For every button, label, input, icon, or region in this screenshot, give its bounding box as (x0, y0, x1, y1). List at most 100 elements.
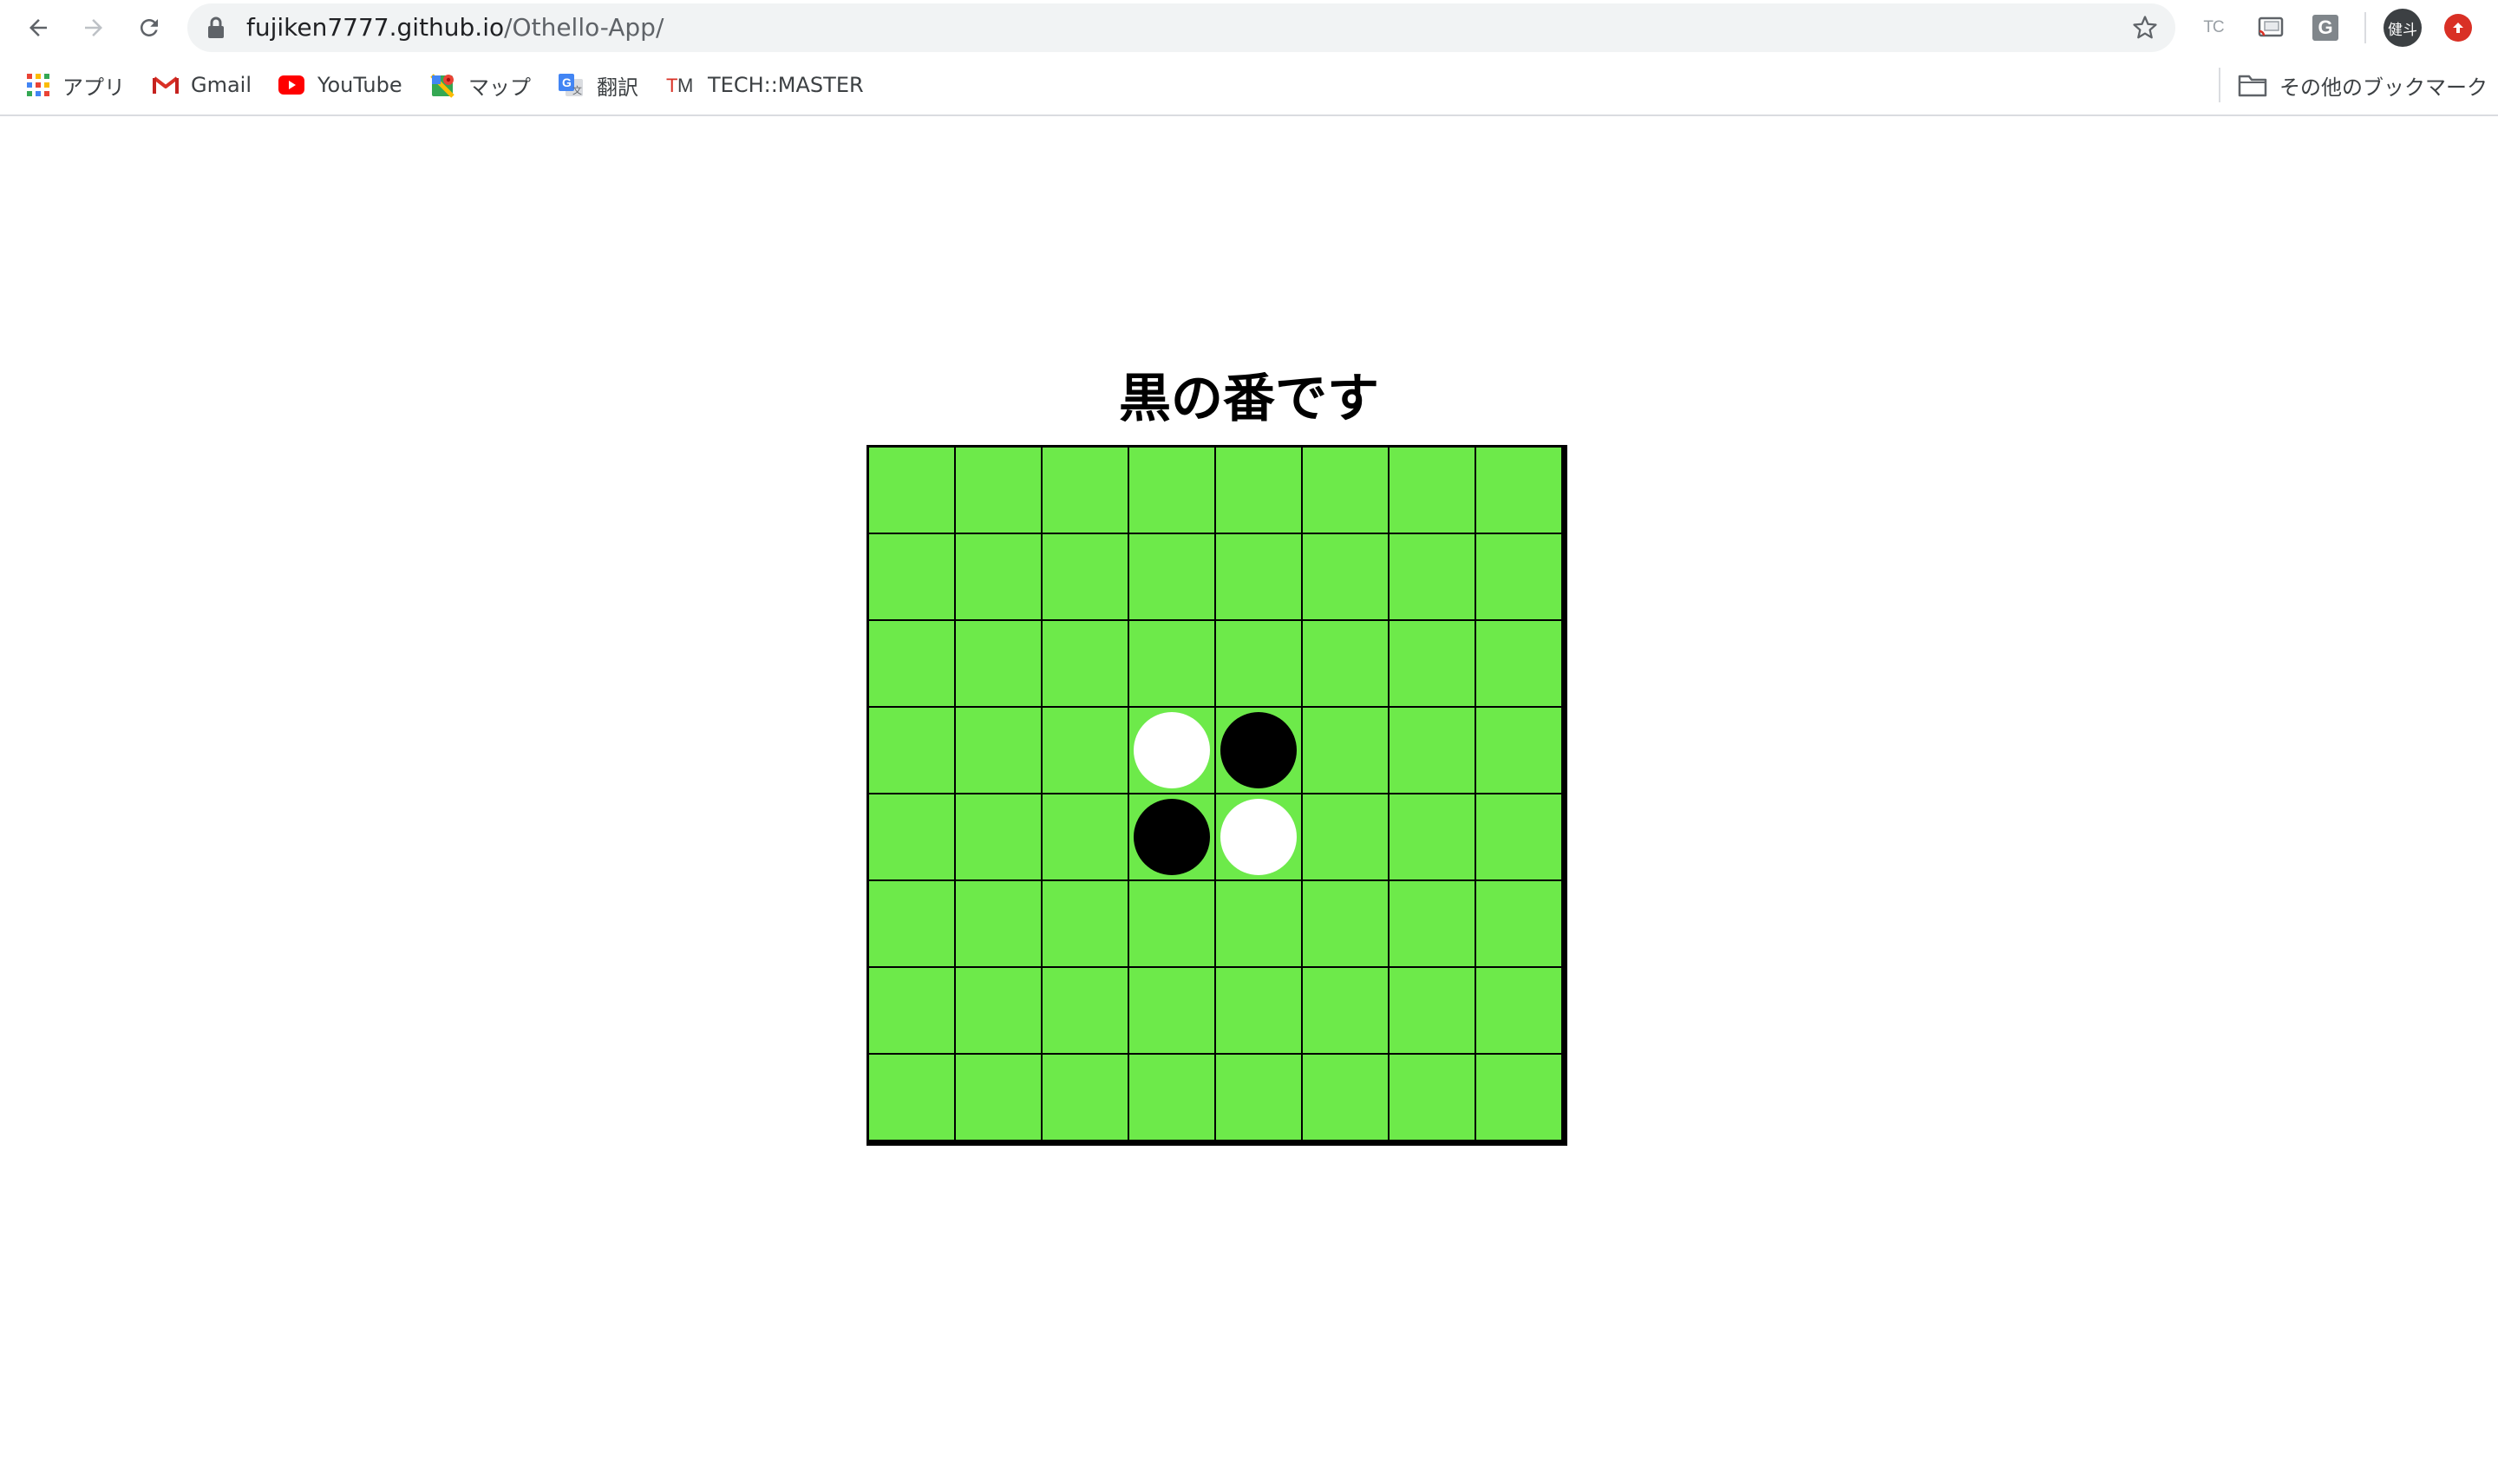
board-cell[interactable] (1128, 1054, 1215, 1141)
other-bookmarks-folder[interactable]: その他のブックマーク (2238, 64, 2488, 106)
bookmarks-bar: アプリ Gmail YouTube マップ G文 翻訳 TM TECH::MAS… (0, 56, 2498, 116)
board-cell[interactable] (1042, 1054, 1128, 1141)
board-cell[interactable] (1302, 794, 1389, 880)
board-cell[interactable] (955, 620, 1042, 707)
board-cell[interactable] (1389, 533, 1475, 620)
board-cell[interactable] (1302, 880, 1389, 967)
board-cell[interactable] (868, 880, 955, 967)
board-cell[interactable] (1215, 794, 1302, 880)
board-cell[interactable] (1475, 794, 1562, 880)
board-cell[interactable] (868, 967, 955, 1054)
bookmark-label: Gmail (191, 73, 252, 97)
board-cell[interactable] (1302, 967, 1389, 1054)
board-cell[interactable] (1475, 533, 1562, 620)
translate-icon: G文 (557, 72, 585, 98)
board-cell[interactable] (1475, 880, 1562, 967)
bookmark-gmail[interactable]: Gmail (153, 64, 252, 106)
board-cell[interactable] (1128, 620, 1215, 707)
board-cell[interactable] (955, 533, 1042, 620)
board-cell[interactable] (1215, 1054, 1302, 1141)
board-cell[interactable] (955, 707, 1042, 794)
board-cell[interactable] (1389, 880, 1475, 967)
board-cell[interactable] (1042, 533, 1128, 620)
othello-board (866, 445, 1567, 1146)
bookmark-maps[interactable]: マップ (430, 64, 531, 106)
board-cell[interactable] (1042, 794, 1128, 880)
board-cell[interactable] (1302, 707, 1389, 794)
board-cell[interactable] (1475, 620, 1562, 707)
board-cell[interactable] (1128, 794, 1215, 880)
board-cell[interactable] (868, 533, 955, 620)
board-cell[interactable] (868, 620, 955, 707)
board-cell[interactable] (1475, 707, 1562, 794)
board-cell[interactable] (1389, 967, 1475, 1054)
url-text[interactable]: fujiken7777.github.io/Othello-App/ (246, 3, 664, 52)
board-cell[interactable] (1215, 447, 1302, 533)
board-cell[interactable] (868, 794, 955, 880)
bookmark-label: YouTube (317, 73, 402, 97)
board-cell[interactable] (955, 880, 1042, 967)
bookmark-youtube[interactable]: YouTube (278, 64, 402, 106)
cast-icon[interactable] (2255, 12, 2286, 43)
board-cell[interactable] (1128, 967, 1215, 1054)
update-button[interactable] (2444, 14, 2472, 42)
board-cell[interactable] (1128, 880, 1215, 967)
board-cell[interactable] (955, 967, 1042, 1054)
board-cell[interactable] (1128, 447, 1215, 533)
board-cell[interactable] (1389, 707, 1475, 794)
other-bookmarks-label: その他のブックマーク (2279, 75, 2488, 100)
bookmark-techmaster[interactable]: TM TECH::MASTER (666, 64, 864, 106)
svg-text:T: T (666, 75, 677, 96)
board-cell[interactable] (1042, 880, 1128, 967)
board-cell[interactable] (868, 707, 955, 794)
board-cell[interactable] (1302, 533, 1389, 620)
board-cell[interactable] (1475, 1054, 1562, 1141)
board-cell[interactable] (1042, 447, 1128, 533)
board-cell[interactable] (955, 447, 1042, 533)
g-extension-icon[interactable]: G (2310, 12, 2341, 43)
svg-text:M: M (677, 75, 693, 96)
black-disc (1220, 712, 1297, 788)
board-cell[interactable] (1475, 967, 1562, 1054)
board-cell[interactable] (1042, 620, 1128, 707)
board-cell[interactable] (1389, 1054, 1475, 1141)
board-cell[interactable] (1128, 533, 1215, 620)
url-path: /Othello-App/ (504, 13, 664, 42)
bookmark-label: 翻訳 (597, 75, 638, 100)
white-disc (1134, 712, 1210, 788)
board-cell[interactable] (1302, 1054, 1389, 1141)
board-cell[interactable] (1042, 967, 1128, 1054)
board-cell[interactable] (1389, 794, 1475, 880)
board-cell[interactable] (1475, 447, 1562, 533)
tc-extension-icon[interactable]: TC (2198, 12, 2229, 43)
board-cell[interactable] (1389, 620, 1475, 707)
profile-avatar[interactable]: 健斗 (2384, 9, 2422, 47)
board-cell[interactable] (868, 447, 955, 533)
board-cell[interactable] (955, 1054, 1042, 1141)
bookmark-translate[interactable]: G文 翻訳 (557, 64, 638, 106)
board-cell[interactable] (1215, 967, 1302, 1054)
black-disc (1134, 799, 1210, 875)
board-cell[interactable] (1215, 707, 1302, 794)
board-cell[interactable] (1128, 707, 1215, 794)
browser-toolbar: fujiken7777.github.io/Othello-App/ TC G … (0, 0, 2498, 56)
back-button[interactable] (16, 5, 61, 50)
bookmark-label: TECH::MASTER (708, 73, 864, 97)
board-cell[interactable] (955, 794, 1042, 880)
board-cell[interactable] (1215, 533, 1302, 620)
reload-button[interactable] (127, 5, 172, 50)
bookmark-star-icon[interactable] (2132, 15, 2158, 44)
board-cell[interactable] (1042, 707, 1128, 794)
board-cell[interactable] (868, 1054, 955, 1141)
address-bar[interactable]: fujiken7777.github.io/Othello-App/ (187, 3, 2175, 52)
board-cell[interactable] (1389, 447, 1475, 533)
techmaster-icon: TM (666, 74, 696, 96)
board-cell[interactable] (1215, 880, 1302, 967)
forward-button[interactable] (71, 5, 116, 50)
board-cell[interactable] (1215, 620, 1302, 707)
bookmark-apps[interactable]: アプリ (26, 64, 125, 106)
board-cell[interactable] (1302, 620, 1389, 707)
bookmark-label: マップ (468, 75, 531, 100)
board-cell[interactable] (1302, 447, 1389, 533)
arrow-up-icon (2453, 23, 2463, 33)
